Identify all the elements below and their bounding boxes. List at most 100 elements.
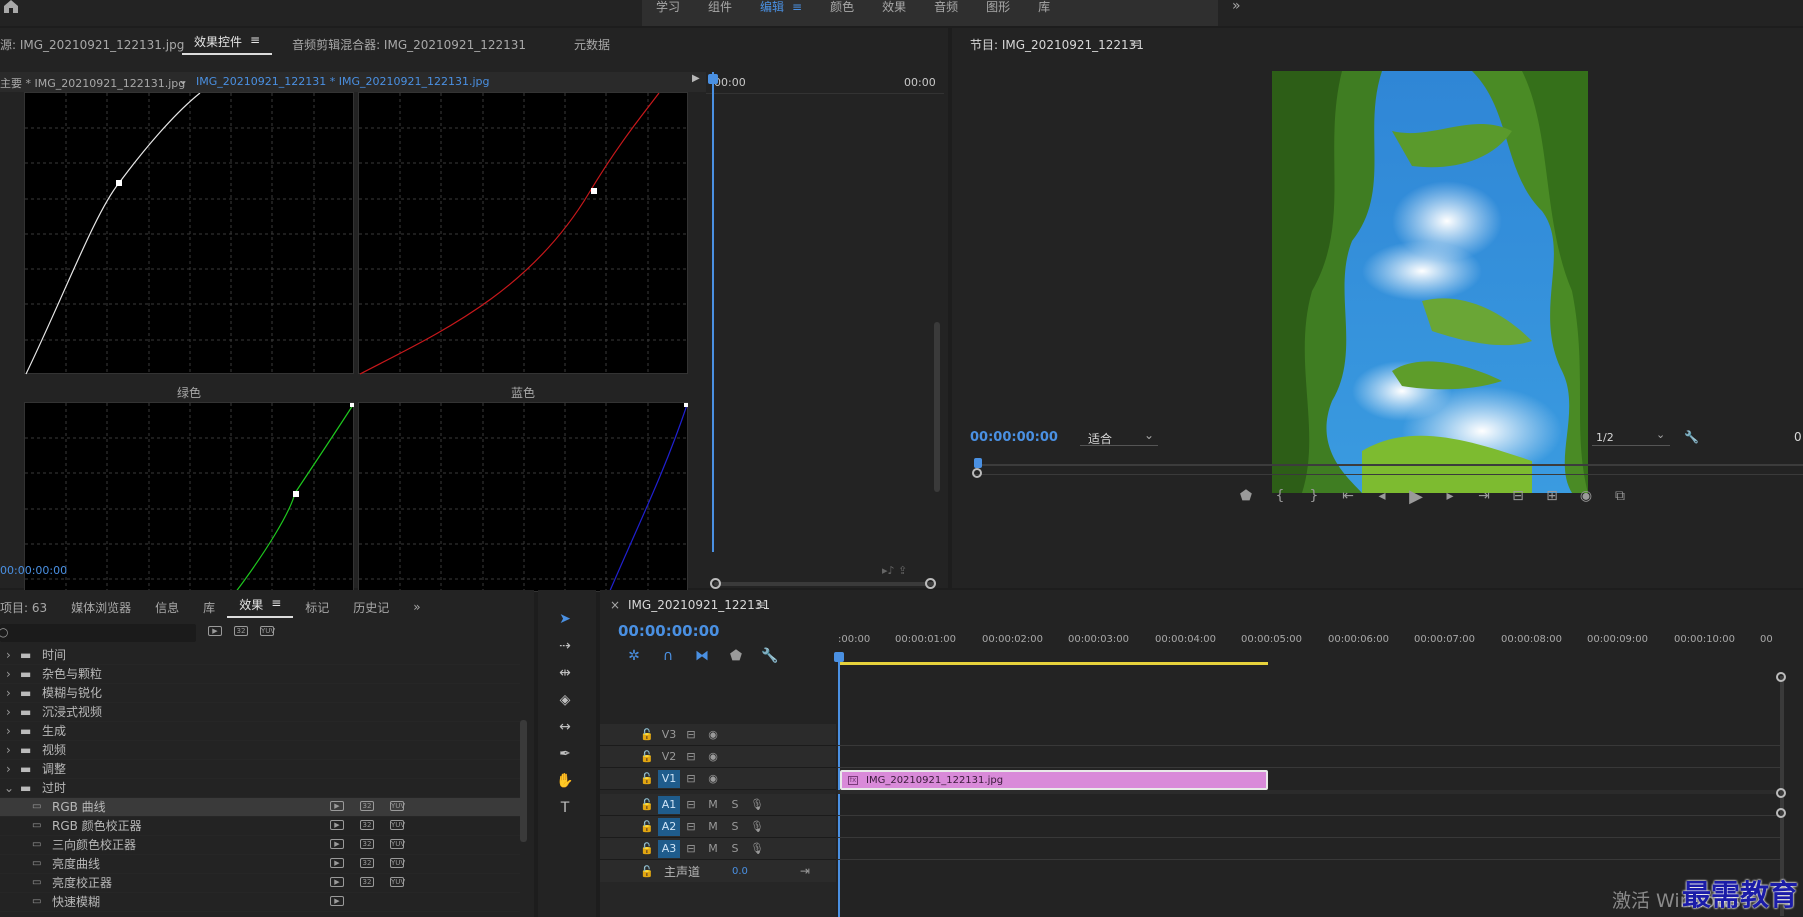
chevron-right-icon[interactable]: › [0,645,20,665]
ec-export-icon[interactable]: ▸♪ ⇪ [882,564,907,577]
mic-icon[interactable]: 🎙 [746,840,768,858]
resolution-dropdown[interactable]: 1/2 ⌄ [1592,428,1670,446]
panel-overflow-icon[interactable]: » [401,600,432,614]
pen-tool-icon[interactable]: ✒ [554,743,576,765]
play-icon[interactable]: ▶ [1406,486,1426,507]
effects-scrollbar[interactable] [520,720,527,842]
tab-markers[interactable]: 标记 [293,599,341,616]
blue-curve-graph[interactable] [358,402,689,593]
tab-media-browser[interactable]: 媒体浏览器 [59,599,143,616]
tab-effect-controls[interactable]: 效果控件 ≡ [182,33,273,55]
video-clip[interactable]: fx IMG_20210921_122131.jpg [840,770,1268,790]
solo-button[interactable]: S [724,840,746,858]
sequence-clip-label[interactable]: IMG_20210921_122131 * IMG_20210921_12213… [196,75,490,88]
mark-in-icon[interactable]: { [1270,486,1290,506]
track-header-v1[interactable]: 🔓 V1 ⊟ ◉ [600,768,836,790]
type-tool-icon[interactable]: T [554,797,576,819]
slip-tool-icon[interactable]: ↔ [554,716,576,738]
add-marker-icon[interactable]: ⬟ [1236,486,1256,506]
folder-row[interactable]: › ▬ 杂色与颗粒 [0,665,520,684]
ec-zoom-bar[interactable] [714,582,936,586]
effect-row[interactable]: ▭ RGB 颜色校正器 ▶ 32 YUV [0,817,520,836]
track-name[interactable]: V3 [658,726,680,744]
chevron-down-icon[interactable]: ⌄ [178,73,188,87]
home-icon[interactable] [2,0,22,16]
sync-lock-icon[interactable]: ⊟ [680,818,702,836]
track-header-v2[interactable]: 🔓 V2 ⊟ ◉ [600,746,836,768]
tab-history[interactable]: 历史记 [341,599,401,616]
master-volume-value[interactable]: 0.0 [732,866,748,877]
folder-row[interactable]: › ▬ 生成 [0,722,520,741]
go-to-in-icon[interactable]: ⇤ [1338,486,1358,506]
effect-row[interactable]: ▭ 快速模糊 ▶ [0,893,520,912]
timeline-ruler[interactable]: :00:00 00:00:01:00 00:00:02:00 00:00:03:… [838,634,1794,654]
track-header-a3[interactable]: 🔓 A3 ⊟ M S 🎙 [600,838,836,860]
track-header-master[interactable]: 🔓 主声道 0.0 ⇥ [600,860,836,882]
nest-icon[interactable]: ✲ [624,646,644,666]
tab-libraries[interactable]: 库 [191,599,227,616]
ripple-edit-tool-icon[interactable]: ⇹ [554,662,576,684]
ec-zoom-right-handle[interactable] [925,578,936,589]
selection-tool-icon[interactable]: ➤ [554,608,576,630]
tab-project[interactable]: 项目: 63 [0,599,59,616]
folder-row[interactable]: › ▬ 视频 [0,741,520,760]
chevron-right-icon[interactable]: › [0,702,20,722]
chevron-right-icon[interactable]: › [0,721,20,741]
effect-row[interactable]: ▭ 亮度曲线 ▶ 32 YUV [0,855,520,874]
workspace-menu-icon[interactable]: ≡ [792,0,802,22]
master-curve-graph[interactable] [24,92,355,375]
mute-button[interactable]: M [702,840,724,858]
workspace-tab-editing[interactable]: 编辑 ≡ [746,0,816,22]
razor-tool-icon[interactable]: ◈ [554,689,576,711]
camera-icon[interactable]: ◉ [1576,486,1596,506]
mute-button[interactable]: M [702,796,724,814]
fit-dropdown[interactable]: 适合 ⌄ [1080,428,1158,446]
ec-timecode[interactable]: 00:00:00:00 [0,564,67,577]
lock-icon[interactable]: 🔓 [636,726,658,744]
effects-search-input[interactable]: ○ [0,624,196,642]
linked-selection-icon[interactable]: ⧓ [692,646,712,666]
folder-row-expanded[interactable]: ⌄ ▬ 过时 [0,779,520,798]
chevron-right-icon[interactable]: › [0,759,20,779]
lock-icon[interactable]: 🔓 [636,840,658,858]
close-icon[interactable]: × [610,598,620,612]
step-forward-icon[interactable]: ▸ [1440,486,1460,506]
program-playhead[interactable] [974,458,982,468]
master-clip-label[interactable]: 主要 * IMG_20210921_122131.jpg [0,75,185,91]
sync-lock-icon[interactable]: ⊟ [680,840,702,858]
chevron-down-icon[interactable]: ⌄ [0,778,20,798]
timeline-timecode[interactable]: 00:00:00:00 [618,622,720,640]
eye-icon[interactable]: ◉ [702,726,724,744]
program-scrub-bar[interactable] [974,464,1803,466]
sync-lock-icon[interactable]: ⊟ [680,770,702,788]
tab-effects[interactable]: 效果 ≡ [227,596,294,618]
scroll-handle-bottom[interactable] [1776,808,1786,818]
sync-lock-icon[interactable]: ⊟ [680,796,702,814]
comparison-view-icon[interactable]: ⧉ [1610,486,1630,506]
red-curve-graph[interactable] [358,92,689,375]
32bit-effects-icon[interactable]: 32 [234,626,248,636]
tab-metadata[interactable]: 元数据 [562,36,622,53]
tab-source[interactable]: 源: IMG_20210921_122131.jpg [0,36,184,53]
scroll-handle-top[interactable] [1776,672,1786,682]
eye-icon[interactable]: ◉ [702,748,724,766]
panel-menu-icon[interactable]: ≡ [756,598,766,612]
folder-row[interactable]: › ▬ 时间 [0,646,520,665]
track-header-v3[interactable]: 🔓 V3 ⊟ ◉ [600,724,836,746]
go-to-out-icon[interactable]: ⇥ [1474,486,1494,506]
lock-icon[interactable]: 🔓 [636,770,658,788]
snap-icon[interactable]: ∩ [658,646,678,666]
yuv-effects-icon[interactable]: YUV [260,626,275,636]
track-name[interactable]: V1 [658,769,680,788]
folder-row[interactable]: › ▬ 模糊与锐化 [0,684,520,703]
lock-icon[interactable]: 🔓 [636,748,658,766]
solo-button[interactable]: S [724,818,746,836]
program-timecode[interactable]: 00:00:00:00 [970,430,1058,445]
green-curve-graph[interactable] [24,402,355,593]
ec-playhead[interactable] [712,72,714,552]
sequence-title[interactable]: IMG_20210921_122131 [628,598,770,612]
track-header-a1[interactable]: 🔓 A1 ⊟ M S 🎙 [600,794,836,816]
lift-icon[interactable]: ⊟ [1508,486,1528,506]
lock-icon[interactable]: 🔓 [636,862,658,880]
chevron-right-icon[interactable]: › [0,740,20,760]
